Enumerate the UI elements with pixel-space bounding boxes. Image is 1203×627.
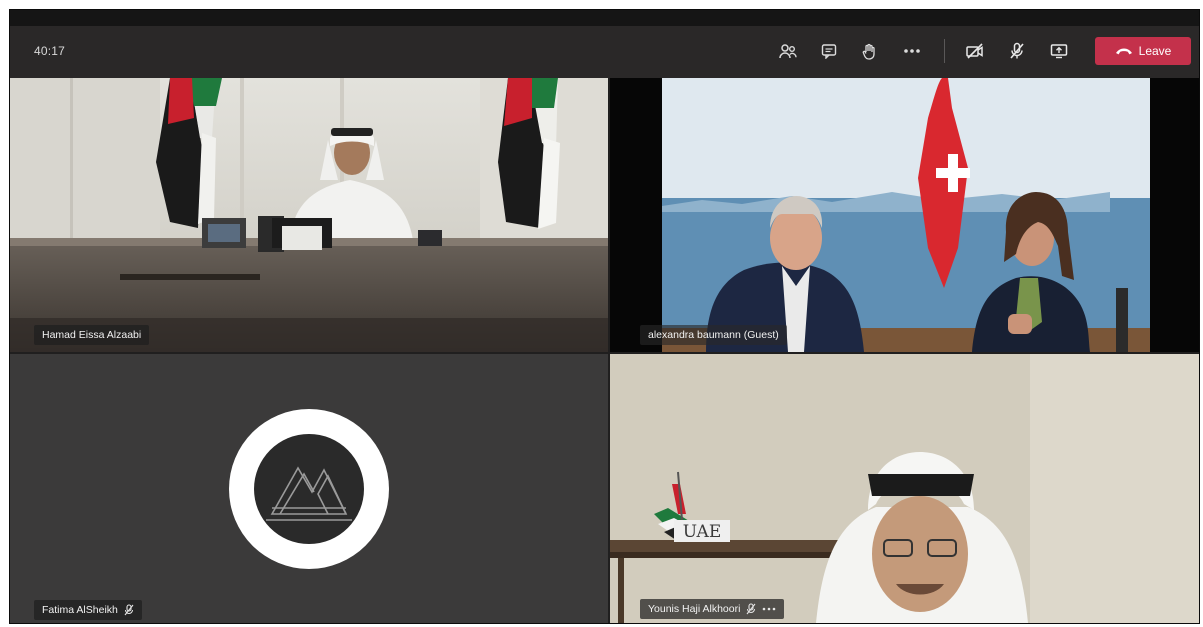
- leave-label: Leave: [1138, 44, 1172, 58]
- participant-name-tag: Younis Haji Alkhoori: [640, 599, 785, 619]
- mic-off-icon: [124, 604, 134, 616]
- meeting-window: 40:17 Leave Hamad Eissa Alzaabi alexandr…: [9, 9, 1200, 624]
- mic-off-icon[interactable]: [1004, 37, 1030, 65]
- participant-name-tag: alexandra baumann (Guest): [640, 325, 787, 345]
- meeting-toolbar: 40:17 Leave: [10, 26, 1199, 78]
- participant-name: Fatima AlSheikh: [42, 604, 118, 616]
- leave-button[interactable]: Leave: [1095, 37, 1191, 65]
- window-top-strip: [10, 10, 1199, 26]
- video-feed-younis: UAE: [610, 354, 1199, 623]
- participant-name-tag: Hamad Eissa Alzaabi: [34, 325, 150, 345]
- chat-icon[interactable]: [816, 37, 842, 65]
- avatar: [229, 409, 389, 569]
- participant-name-tag: Fatima AlSheikh: [34, 600, 142, 620]
- meeting-timer: 40:17: [34, 44, 66, 58]
- video-tile-fatima[interactable]: Fatima AlSheikh: [10, 354, 608, 623]
- video-tile-younis[interactable]: UAE Younis Haji Alkhoori: [610, 354, 1199, 623]
- participant-name: Hamad Eissa Alzaabi: [42, 329, 142, 341]
- video-feed-alexandra: [610, 78, 1199, 352]
- participant-name: Younis Haji Alkhoori: [648, 603, 741, 615]
- camera-off-icon[interactable]: [962, 37, 988, 65]
- raise-hand-icon[interactable]: [856, 37, 882, 65]
- toolbar-divider: [944, 39, 945, 63]
- video-tile-hamad[interactable]: Hamad Eissa Alzaabi: [10, 78, 608, 352]
- more-icon[interactable]: [899, 37, 925, 65]
- video-tile-alexandra[interactable]: alexandra baumann (Guest): [610, 78, 1199, 352]
- participants-icon[interactable]: [775, 37, 801, 65]
- video-feed-hamad: [10, 78, 608, 352]
- mic-off-icon: [746, 603, 756, 615]
- phone-icon: [1115, 48, 1132, 55]
- more-icon[interactable]: [762, 607, 776, 611]
- share-screen-icon[interactable]: [1046, 37, 1072, 65]
- uae-sign: UAE: [683, 522, 722, 542]
- participant-name: alexandra baumann (Guest): [648, 329, 779, 341]
